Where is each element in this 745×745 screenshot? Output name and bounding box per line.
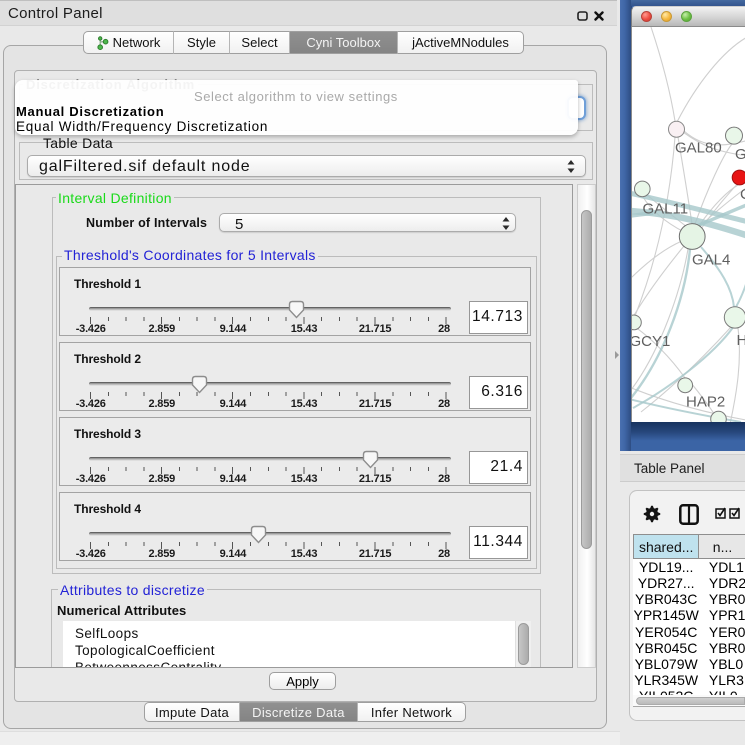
svg-text:GAL4: GAL4 <box>692 252 730 269</box>
svg-text:C: C <box>740 186 745 203</box>
svg-text:GAL11: GAL11 <box>643 201 689 218</box>
svg-text:GAL80: GAL80 <box>675 140 722 157</box>
svg-text:HAP2: HAP2 <box>686 394 725 411</box>
svg-text:GCY1: GCY1 <box>632 333 670 350</box>
svg-text:H: H <box>737 332 745 349</box>
svg-text:G.: G. <box>735 146 745 163</box>
